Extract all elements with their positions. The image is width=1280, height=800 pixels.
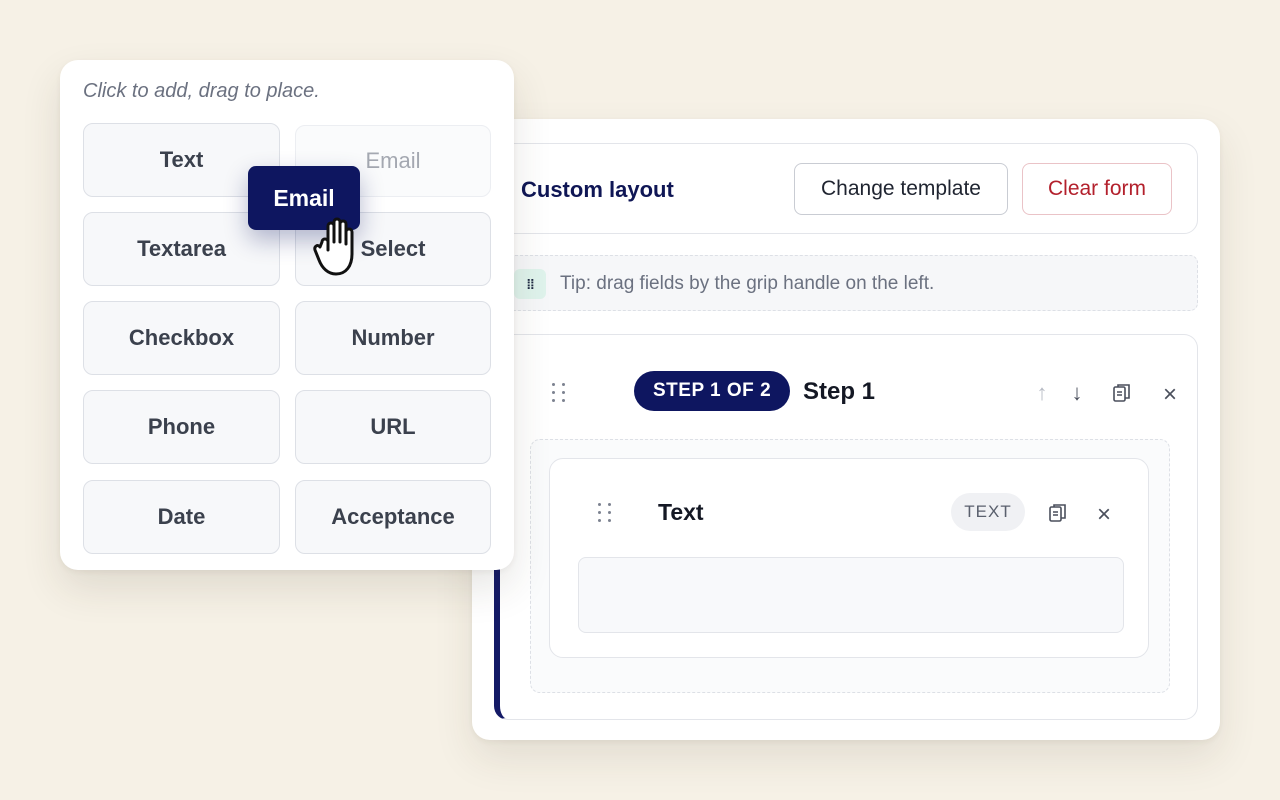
close-icon[interactable]: ×: [1156, 381, 1184, 409]
palette-tile-acceptance[interactable]: Acceptance: [295, 480, 491, 554]
field-preview-input[interactable]: [578, 557, 1124, 633]
duplicate-icon[interactable]: [1044, 499, 1072, 527]
palette-tile-date[interactable]: Date: [83, 480, 280, 554]
step-drop-zone: Text TEXT ×: [530, 439, 1170, 693]
field-palette: Click to add, drag to place. Text Email …: [60, 60, 514, 570]
grab-hand-cursor-icon: [313, 217, 354, 276]
palette-tile-phone[interactable]: Phone: [83, 390, 280, 464]
canvas: Custom layout Change template Clear form…: [0, 0, 1280, 800]
tip-text: Tip: drag fields by the grip handle on t…: [560, 273, 935, 294]
field-type-badge: TEXT: [951, 493, 1025, 531]
step-badge: STEP 1 OF 2: [634, 371, 791, 411]
layout-toolbar: Custom layout Change template Clear form: [492, 143, 1198, 234]
grip-icon: ⁞⁞: [514, 269, 546, 299]
arrow-down-icon[interactable]: ↓: [1063, 379, 1091, 407]
palette-tile-number[interactable]: Number: [295, 301, 491, 375]
field-card: Text TEXT ×: [549, 458, 1149, 658]
layout-title: Custom layout: [521, 177, 674, 202]
form-builder-panel: Custom layout Change template Clear form…: [472, 119, 1220, 740]
step-card: STEP 1 OF 2 Step 1 ↑ ↓ × Text TEXT ×: [494, 334, 1198, 720]
step-drag-handle-icon[interactable]: [552, 383, 568, 403]
field-drag-handle-icon[interactable]: [598, 503, 614, 523]
duplicate-icon[interactable]: [1108, 379, 1136, 407]
close-icon[interactable]: ×: [1090, 501, 1118, 529]
arrow-up-icon[interactable]: ↑: [1028, 379, 1056, 407]
change-template-button[interactable]: Change template: [794, 163, 1008, 215]
field-title: Text: [658, 499, 704, 525]
step-title: Step 1: [803, 378, 876, 405]
clear-form-button[interactable]: Clear form: [1022, 163, 1172, 215]
tip-banner: ⁞⁞ Tip: drag fields by the grip handle o…: [492, 255, 1198, 311]
palette-tile-checkbox[interactable]: Checkbox: [83, 301, 280, 375]
palette-tile-url[interactable]: URL: [295, 390, 491, 464]
palette-hint: Click to add, drag to place.: [83, 80, 320, 102]
